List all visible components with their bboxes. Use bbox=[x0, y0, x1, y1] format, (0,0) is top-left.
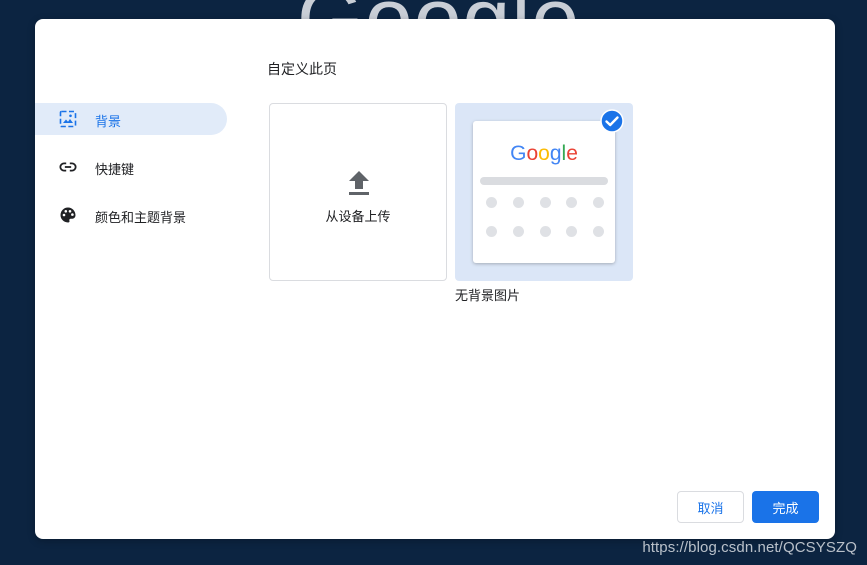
sidebar-item-label: 背景 bbox=[95, 114, 122, 129]
palette-icon bbox=[59, 206, 77, 224]
shortcut-dot bbox=[512, 197, 524, 208]
sidebar-item-colors-themes[interactable]: 颜色和主题背景 bbox=[35, 199, 227, 231]
selected-check-icon bbox=[600, 109, 624, 133]
shortcut-dot bbox=[486, 226, 497, 237]
preview-google-logo: Google bbox=[473, 143, 615, 164]
shortcut-dot bbox=[566, 226, 578, 237]
shortcut-dot bbox=[512, 226, 524, 237]
image-icon bbox=[59, 110, 77, 128]
shortcut-dot bbox=[593, 197, 604, 208]
logo-letter: g bbox=[549, 142, 562, 165]
watermark: https://blog.csdn.net/QCSYSZQ bbox=[642, 539, 857, 556]
preview-search-bar bbox=[480, 177, 608, 185]
sidebar-item-background[interactable]: 背景 bbox=[35, 103, 227, 135]
shortcut-dot bbox=[539, 197, 551, 208]
logo-letter: e bbox=[566, 142, 578, 165]
no-background-label: 无背景图片 bbox=[455, 288, 521, 303]
sidebar-item-shortcuts[interactable]: 快捷键 bbox=[35, 151, 227, 183]
dialog-title: 自定义此页 bbox=[267, 61, 337, 77]
shortcut-dot bbox=[486, 197, 497, 208]
shortcut-dot bbox=[593, 226, 604, 237]
logo-letter: o bbox=[526, 142, 539, 165]
logo-letter: G bbox=[510, 142, 527, 165]
preview-page: Google bbox=[473, 121, 615, 263]
upload-label: 从设备上传 bbox=[325, 209, 391, 224]
cancel-button[interactable]: 取消 bbox=[677, 491, 744, 523]
upload-from-device-tile[interactable]: 从设备上传 bbox=[269, 103, 447, 281]
logo-letter: o bbox=[538, 142, 550, 165]
done-button[interactable]: 完成 bbox=[752, 491, 819, 523]
customize-dialog: 自定义此页 背景 快捷键 颜色和主题背景 从设备上传 Google 无背景图片 … bbox=[35, 19, 835, 539]
sidebar: 背景 快捷键 颜色和主题背景 bbox=[35, 103, 227, 247]
shortcut-dot bbox=[566, 197, 578, 208]
upload-icon bbox=[347, 170, 371, 196]
preview-shortcut-dots bbox=[486, 197, 604, 255]
link-icon bbox=[59, 158, 77, 176]
no-background-tile[interactable]: Google bbox=[455, 103, 633, 281]
sidebar-item-label: 颜色和主题背景 bbox=[95, 210, 187, 225]
sidebar-item-label: 快捷键 bbox=[95, 162, 135, 177]
shortcut-dot bbox=[539, 226, 551, 237]
